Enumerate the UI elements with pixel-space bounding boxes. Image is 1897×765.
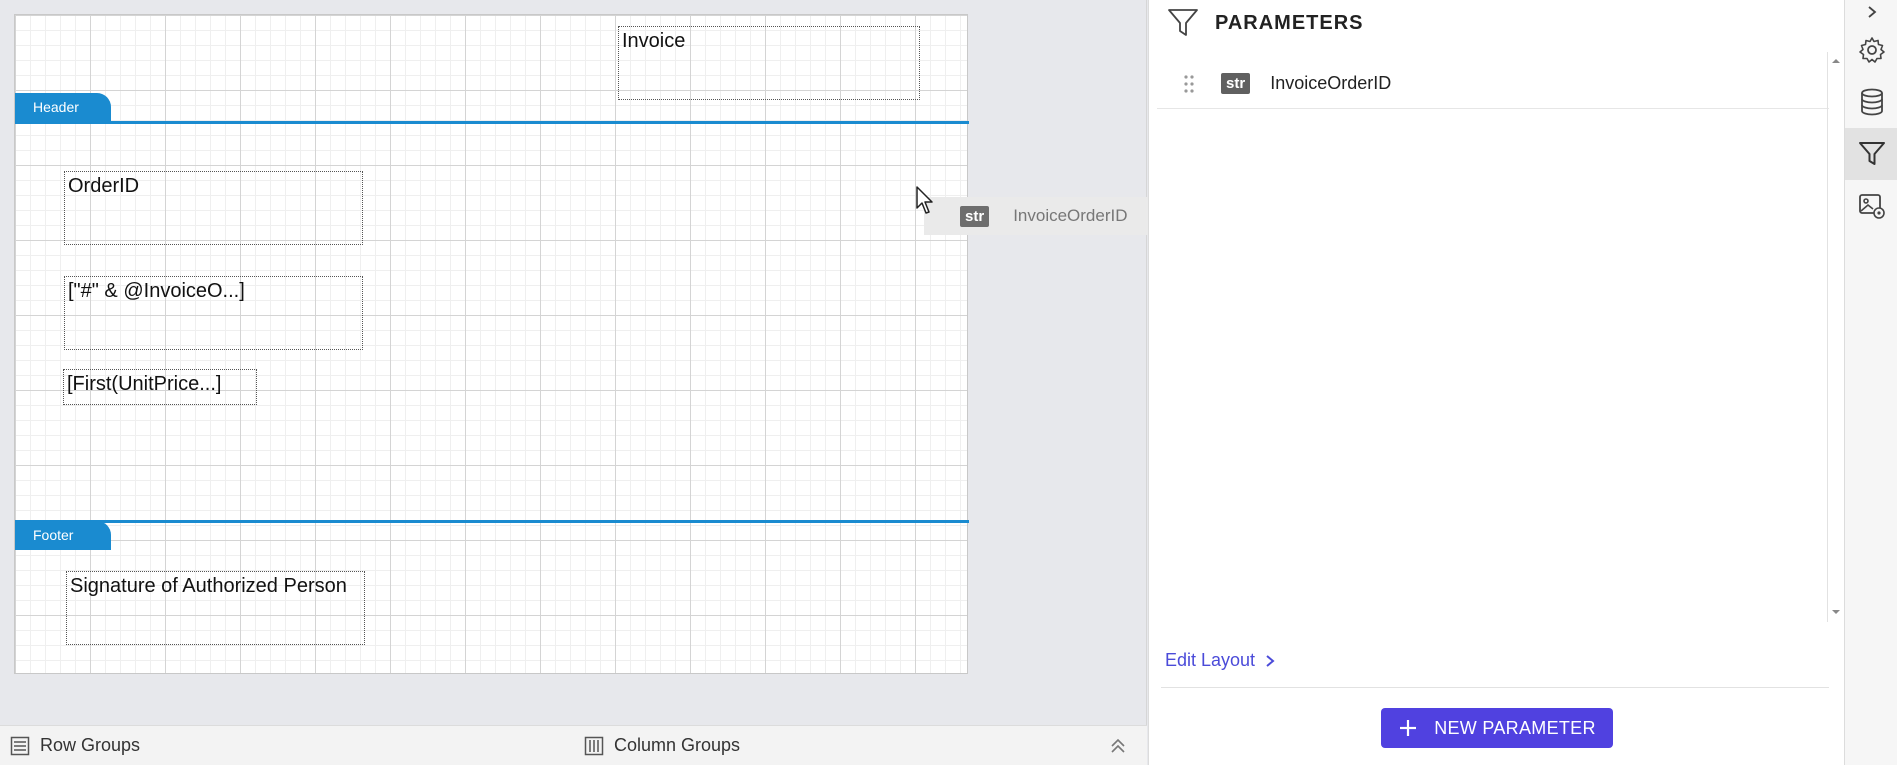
- filter-icon: [1858, 142, 1885, 165]
- panel-divider: [1161, 687, 1829, 688]
- edit-layout-link[interactable]: Edit Layout: [1165, 650, 1275, 671]
- invoice-expression-text: ["#" & @InvoiceO...]: [68, 280, 245, 302]
- parameter-name: InvoiceOrderID: [1270, 73, 1392, 93]
- panel-header: PARAMETERS: [1167, 6, 1364, 40]
- drag-ghost-type-badge: str: [960, 205, 990, 227]
- drag-handle-icon[interactable]: [1177, 74, 1201, 94]
- group-bar: Row Groups Column Groups: [0, 725, 1147, 765]
- properties-button[interactable]: [1845, 24, 1897, 76]
- invoice-expression-item[interactable]: ["#" & @InvoiceO...]: [64, 276, 363, 350]
- parameters-button[interactable]: [1845, 128, 1897, 180]
- chevron-right-icon: [1266, 654, 1275, 667]
- report-page[interactable]: Invoice Header OrderID ["#" & @InvoiceO.…: [14, 14, 969, 674]
- data-sources-button[interactable]: [1845, 76, 1897, 128]
- column-groups-icon: [584, 736, 604, 755]
- image-manager-button[interactable]: [1845, 180, 1897, 232]
- chevron-right-icon: [1867, 6, 1876, 18]
- scroll-down-icon[interactable]: [1831, 607, 1841, 617]
- order-id-item[interactable]: OrderID: [64, 171, 363, 245]
- row-groups-label: Row Groups: [40, 735, 141, 755]
- filter-icon: [1168, 9, 1198, 36]
- invoice-title-item[interactable]: Invoice: [618, 26, 920, 100]
- header-band-tab[interactable]: Header: [15, 93, 111, 122]
- header-band-label: Header: [33, 99, 79, 115]
- drag-ghost-name: InvoiceOrderID: [1013, 206, 1128, 225]
- mouse-cursor-icon: [916, 186, 933, 214]
- panel-title: PARAMETERS: [1215, 11, 1364, 34]
- row-groups-toggle[interactable]: Row Groups: [10, 735, 140, 756]
- design-area: Invoice Header OrderID ["#" & @InvoiceO.…: [0, 0, 1191, 765]
- footer-band-tab[interactable]: Footer: [15, 521, 111, 550]
- unit-price-expression-item[interactable]: [First(UnitPrice...]: [63, 369, 257, 405]
- plus-icon: [1400, 720, 1417, 736]
- scroll-up-icon[interactable]: [1831, 56, 1841, 66]
- edit-layout-label: Edit Layout: [1165, 650, 1256, 670]
- header-band-line[interactable]: [15, 121, 969, 124]
- row-groups-icon: [10, 736, 30, 755]
- column-groups-toggle[interactable]: Column Groups: [584, 735, 740, 756]
- double-chevron-up-icon[interactable]: [1109, 736, 1127, 756]
- footer-band-label: Footer: [33, 527, 74, 543]
- collapse-panel-button[interactable]: [1845, 0, 1897, 24]
- new-parameter-button[interactable]: NEW PARAMETER: [1381, 708, 1613, 748]
- new-parameter-label: NEW PARAMETER: [1434, 717, 1596, 738]
- parameter-list-item[interactable]: str InvoiceOrderID: [1157, 59, 1829, 109]
- footer-band-line[interactable]: [15, 520, 969, 523]
- parameter-type-badge: str: [1221, 73, 1251, 94]
- image-settings-icon: [1858, 194, 1885, 219]
- column-groups-label: Column Groups: [614, 735, 741, 755]
- signature-text: Signature of Authorized Person: [70, 575, 347, 597]
- gear-icon: [1858, 37, 1885, 63]
- invoice-title-text: Invoice: [622, 30, 686, 52]
- order-id-text: OrderID: [68, 175, 140, 197]
- icon-rail: [1844, 0, 1897, 765]
- signature-item[interactable]: Signature of Authorized Person: [66, 571, 365, 645]
- unit-price-expression-text: [First(UnitPrice...]: [67, 373, 222, 395]
- database-icon: [1860, 88, 1883, 116]
- parameters-panel: PARAMETERS str InvoiceOrderID Edit Layou…: [1148, 0, 1844, 765]
- parameters-scrollbar[interactable]: [1827, 52, 1843, 622]
